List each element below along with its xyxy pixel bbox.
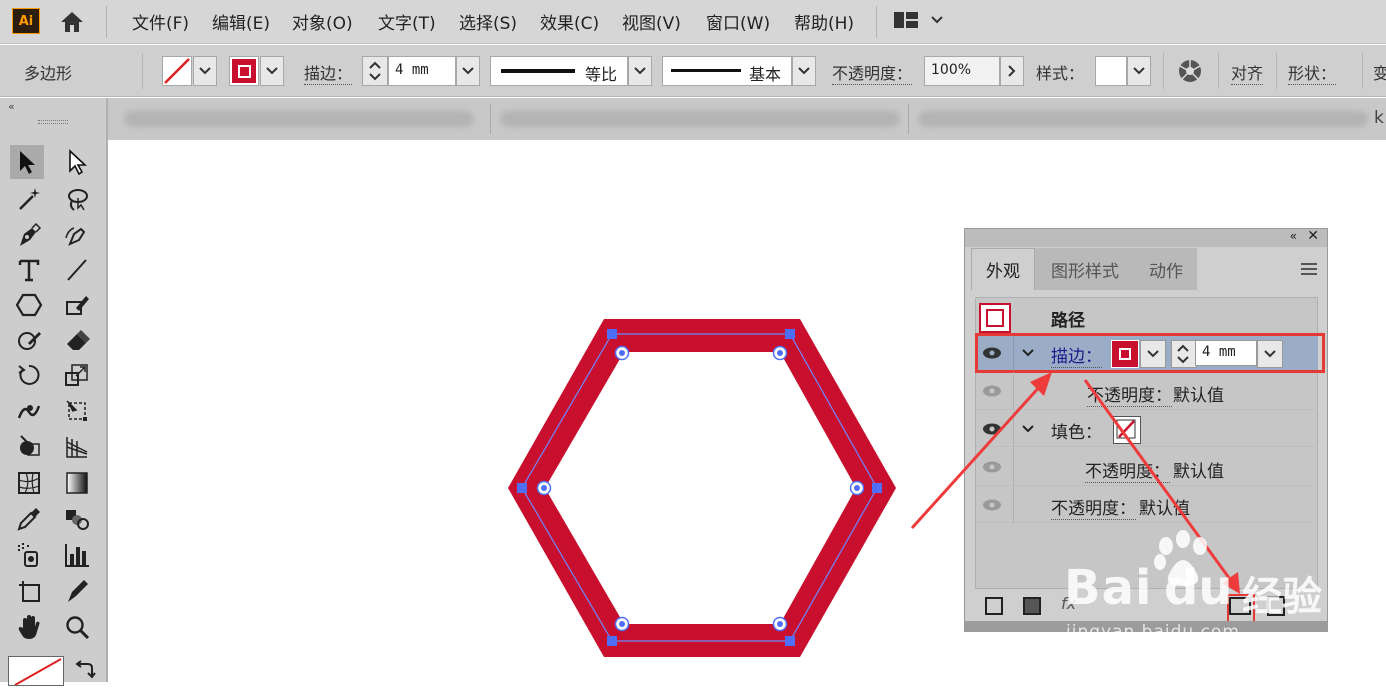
- watermark-cn: 经验: [1242, 574, 1322, 620]
- watermark-brand: Bai: [1064, 560, 1153, 616]
- watermark-url: jingyan.baidu.com: [1066, 622, 1240, 642]
- watermark-brand-suffix: du: [1164, 560, 1233, 616]
- baidu-watermark: Bai du 经验 jingyan.baidu.com: [1060, 530, 1380, 650]
- arrow-to-stroke: [910, 372, 1052, 530]
